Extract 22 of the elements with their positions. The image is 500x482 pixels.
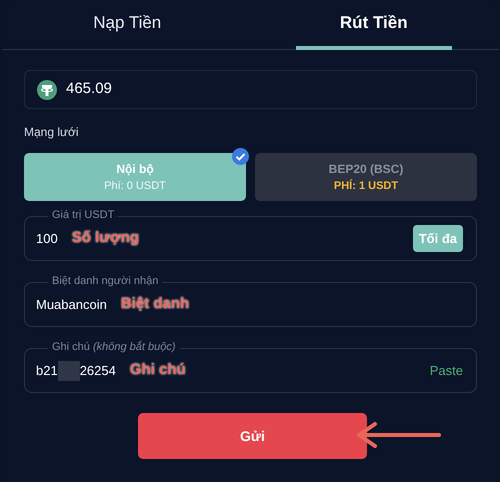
field-label: Ghi chú (không bắt buộc) bbox=[48, 340, 180, 354]
network-fee: PHÍ: 1 USDT bbox=[334, 178, 398, 194]
check-icon bbox=[232, 148, 249, 165]
network-option[interactable]: BEP20 (BSC) PHÍ: 1 USDT bbox=[255, 153, 477, 201]
field-value: b21 26254 bbox=[36, 360, 116, 380]
annotation-label: Ghi chú bbox=[130, 360, 186, 380]
field-label: Biệt danh người nhận bbox=[48, 274, 162, 288]
tab[interactable]: Rút Tiền bbox=[296, 0, 452, 50]
network-fee: Phí: 0 USDT bbox=[104, 178, 166, 194]
annotation-label: Số lượng bbox=[72, 228, 140, 248]
paste-link[interactable]: Paste bbox=[430, 360, 463, 380]
annotation-label: Biệt danh bbox=[120, 294, 190, 314]
field-label: Giá trị USDT bbox=[48, 208, 118, 222]
field-value: 100 bbox=[36, 230, 58, 248]
network-label: Mạng lưới bbox=[24, 124, 80, 141]
field-value: Muabancoin bbox=[36, 296, 107, 314]
network-name: Nội bộ bbox=[116, 160, 154, 178]
network-name: BEP20 (BSC) bbox=[328, 160, 404, 178]
tab[interactable]: Nạp Tiền bbox=[49, 0, 206, 50]
tether-coin-icon bbox=[37, 80, 57, 100]
balance-value: 465.09 bbox=[66, 79, 112, 100]
submit-button[interactable]: Gửi bbox=[138, 413, 367, 459]
